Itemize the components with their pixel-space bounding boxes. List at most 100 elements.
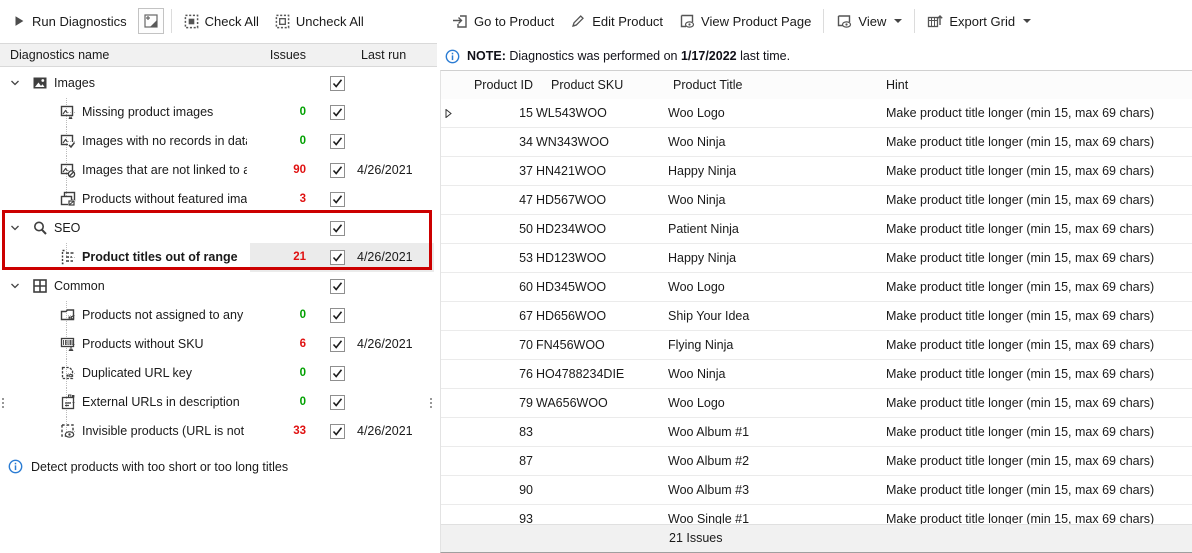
checkbox[interactable] bbox=[330, 221, 345, 236]
diagnostics-list-header: Diagnostics name Issues Last run bbox=[0, 43, 437, 67]
tree-group-label: SEO bbox=[54, 221, 247, 235]
column-header-issues[interactable]: Issues bbox=[250, 48, 306, 62]
table-row[interactable]: 76 HO4788234DIE Woo Ninja Make product t… bbox=[441, 360, 1192, 389]
tree-item-product-titles-out-of-range[interactable]: Product titles out of range 21 4/26/2021 bbox=[0, 243, 437, 272]
export-grid-label: Export Grid bbox=[949, 14, 1015, 29]
cell-product-sku: WA656WOO bbox=[536, 396, 668, 410]
category-folder-icon bbox=[60, 307, 76, 323]
export-grid-button[interactable]: Export Grid bbox=[919, 6, 1039, 36]
table-row[interactable]: 34 WN343WOO Woo Ninja Make product title… bbox=[441, 128, 1192, 157]
external-url-icon bbox=[60, 394, 76, 410]
tree-item-images-no-records[interactable]: Images with no records in database 0 bbox=[0, 127, 437, 156]
table-row[interactable]: 93 Woo Single #1 Make product title long… bbox=[441, 505, 1192, 525]
tree-item-products-not-assigned-category[interactable]: Products not assigned to any category 0 bbox=[0, 301, 437, 330]
run-diagnostics-button[interactable]: Run Diagnostics bbox=[4, 6, 135, 36]
cell-product-id: 47 bbox=[458, 193, 536, 207]
table-row[interactable]: 53 HD123WOO Happy Ninja Make product tit… bbox=[441, 244, 1192, 273]
common-group-icon bbox=[32, 278, 48, 294]
table-row[interactable]: 83 Woo Album #1 Make product title longe… bbox=[441, 418, 1192, 447]
tree-item-images-not-linked[interactable]: Images that are not linked to any produc… bbox=[0, 156, 437, 185]
checkbox[interactable] bbox=[330, 192, 345, 207]
checkbox[interactable] bbox=[330, 279, 345, 294]
adjust-diagnostics-icon bbox=[143, 13, 159, 29]
tree-item-invisible-products[interactable]: Invisible products (URL is not correct) … bbox=[0, 417, 437, 446]
tree-item-label: Products without SKU bbox=[82, 337, 247, 351]
tree-item-products-without-featured-image[interactable]: Products without featured image 3 bbox=[0, 185, 437, 214]
view-dropdown-button[interactable]: View bbox=[828, 6, 910, 36]
cell-product-id: 76 bbox=[458, 367, 536, 381]
column-header-product-sku[interactable]: Product SKU bbox=[536, 78, 668, 92]
chevron-down-icon[interactable] bbox=[10, 281, 20, 291]
view-label: View bbox=[858, 14, 886, 29]
issues-count: 0 bbox=[250, 367, 306, 379]
tree-item-label: Product titles out of range bbox=[82, 250, 247, 264]
table-row[interactable]: 37 HN421WOO Happy Ninja Make product tit… bbox=[441, 157, 1192, 186]
table-row[interactable]: 15 WL543WOO Woo Logo Make product title … bbox=[441, 99, 1192, 128]
cell-product-sku: FN456WOO bbox=[536, 338, 668, 352]
checkbox[interactable] bbox=[330, 163, 345, 178]
cell-product-sku: HD234WOO bbox=[536, 222, 668, 236]
toolbar-separator bbox=[171, 9, 172, 33]
checkbox[interactable] bbox=[330, 250, 345, 265]
table-row[interactable]: 79 WA656WOO Woo Logo Make product title … bbox=[441, 389, 1192, 418]
checkbox[interactable] bbox=[330, 366, 345, 381]
column-header-product-id[interactable]: Product ID bbox=[458, 78, 536, 92]
chevron-down-icon[interactable] bbox=[10, 223, 20, 233]
tree-item-external-urls[interactable]: External URLs in description 0 bbox=[0, 388, 437, 417]
checkbox[interactable] bbox=[330, 395, 345, 410]
table-row[interactable]: 60 HD345WOO Woo Logo Make product title … bbox=[441, 273, 1192, 302]
table-row[interactable]: 90 Woo Album #3 Make product title longe… bbox=[441, 476, 1192, 505]
cell-product-sku: HD656WOO bbox=[536, 309, 668, 323]
splitter-grip-right[interactable] bbox=[430, 398, 432, 408]
table-row[interactable]: 70 FN456WOO Flying Ninja Make product ti… bbox=[441, 331, 1192, 360]
cell-product-sku: HD567WOO bbox=[536, 193, 668, 207]
checkbox[interactable] bbox=[330, 134, 345, 149]
go-to-product-button[interactable]: Go to Product bbox=[444, 6, 562, 36]
checkbox[interactable] bbox=[330, 308, 345, 323]
cell-product-id: 60 bbox=[458, 280, 536, 294]
cell-product-title: Happy Ninja bbox=[668, 164, 881, 178]
cell-product-id: 37 bbox=[458, 164, 536, 178]
cell-product-sku: HD345WOO bbox=[536, 280, 668, 294]
issues-count: 0 bbox=[250, 309, 306, 321]
column-header-last-run[interactable]: Last run bbox=[361, 48, 406, 62]
run-with-parameters-button[interactable] bbox=[138, 8, 164, 34]
tree-item-label: Missing product images bbox=[82, 105, 247, 119]
diagnostic-description: Detect products with too short or too lo… bbox=[8, 459, 288, 474]
table-row[interactable]: 50 HD234WOO Patient Ninja Make product t… bbox=[441, 215, 1192, 244]
uncheck-all-button[interactable]: Uncheck All bbox=[267, 6, 372, 36]
table-row[interactable]: 87 Woo Album #2 Make product title longe… bbox=[441, 447, 1192, 476]
cell-hint: Make product title longer (min 15, max 6… bbox=[881, 164, 1192, 178]
checkbox[interactable] bbox=[330, 105, 345, 120]
chevron-down-icon[interactable] bbox=[10, 78, 20, 88]
tree-group-common[interactable]: Common bbox=[0, 272, 437, 301]
table-row[interactable]: 67 HD656WOO Ship Your Idea Make product … bbox=[441, 302, 1192, 331]
checkbox[interactable] bbox=[330, 424, 345, 439]
chevron-down-icon bbox=[1023, 19, 1031, 23]
check-all-button[interactable]: Check All bbox=[176, 6, 267, 36]
chevron-down-icon bbox=[894, 19, 902, 23]
run-diagnostics-label: Run Diagnostics bbox=[32, 14, 127, 29]
tree-group-seo[interactable]: SEO bbox=[0, 214, 437, 243]
edit-product-button[interactable]: Edit Product bbox=[562, 6, 671, 36]
column-header-product-title[interactable]: Product Title bbox=[668, 78, 881, 92]
column-header-diagnostics-name[interactable]: Diagnostics name bbox=[10, 48, 109, 62]
image-warning-icon bbox=[60, 104, 76, 120]
note-text: NOTE: Diagnostics was performed on 1/17/… bbox=[467, 49, 790, 63]
cell-product-title: Woo Album #2 bbox=[668, 454, 881, 468]
column-header-hint[interactable]: Hint bbox=[881, 78, 1192, 92]
view-product-page-button[interactable]: View Product Page bbox=[671, 6, 819, 36]
cell-product-sku: WL543WOO bbox=[536, 106, 668, 120]
go-to-product-icon bbox=[452, 13, 468, 29]
tree-group-images[interactable]: Images bbox=[0, 69, 437, 98]
issues-grid: Product ID Product SKU Product Title Hin… bbox=[440, 70, 1192, 553]
toolbar-separator bbox=[823, 9, 824, 33]
tree-item-products-without-sku[interactable]: Products without SKU 6 4/26/2021 bbox=[0, 330, 437, 359]
table-row[interactable]: 47 HD567WOO Woo Ninja Make product title… bbox=[441, 186, 1192, 215]
tree-item-duplicated-url-key[interactable]: Duplicated URL key 0 bbox=[0, 359, 437, 388]
edit-product-label: Edit Product bbox=[592, 14, 663, 29]
checkbox[interactable] bbox=[330, 76, 345, 91]
splitter-grip-left[interactable] bbox=[2, 398, 4, 408]
tree-item-missing-product-images[interactable]: Missing product images 0 bbox=[0, 98, 437, 127]
checkbox[interactable] bbox=[330, 337, 345, 352]
